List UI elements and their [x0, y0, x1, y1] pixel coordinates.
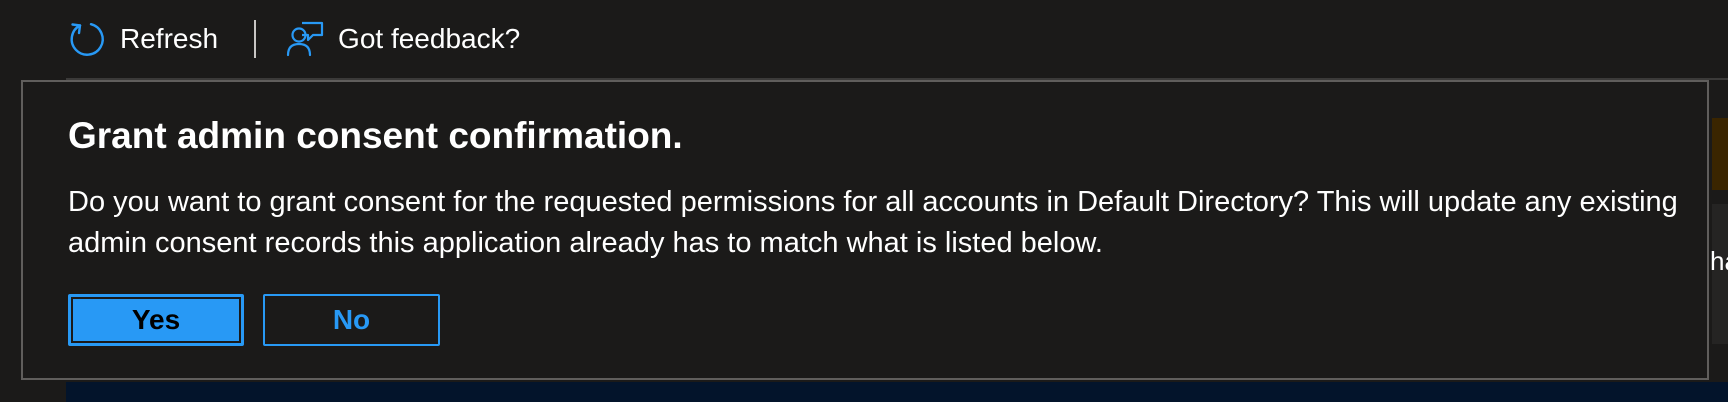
feedback-button[interactable]: Got feedback?	[284, 15, 520, 63]
background-bottom-band	[66, 382, 1728, 402]
toolbar-separator	[254, 20, 257, 58]
app-page: Refresh Got feedback? ha Grant admin con…	[0, 0, 1728, 402]
refresh-button[interactable]: Refresh	[66, 15, 218, 63]
refresh-icon	[66, 18, 108, 60]
no-button[interactable]: No	[263, 294, 440, 346]
dialog-title: Grant admin consent confirmation.	[68, 115, 683, 156]
dialog-message: Do you want to grant consent for the req…	[68, 186, 1678, 259]
refresh-label: Refresh	[120, 23, 219, 54]
background-text: ha	[1710, 246, 1728, 276]
command-bar: Refresh Got feedback?	[66, 0, 520, 78]
background-warning-banner	[1712, 118, 1728, 190]
feedback-icon	[284, 18, 326, 60]
consent-confirmation-dialog: Grant admin consent confirmation. Do you…	[21, 80, 1709, 380]
feedback-label: Got feedback?	[338, 23, 521, 54]
yes-button[interactable]: Yes	[68, 294, 244, 346]
